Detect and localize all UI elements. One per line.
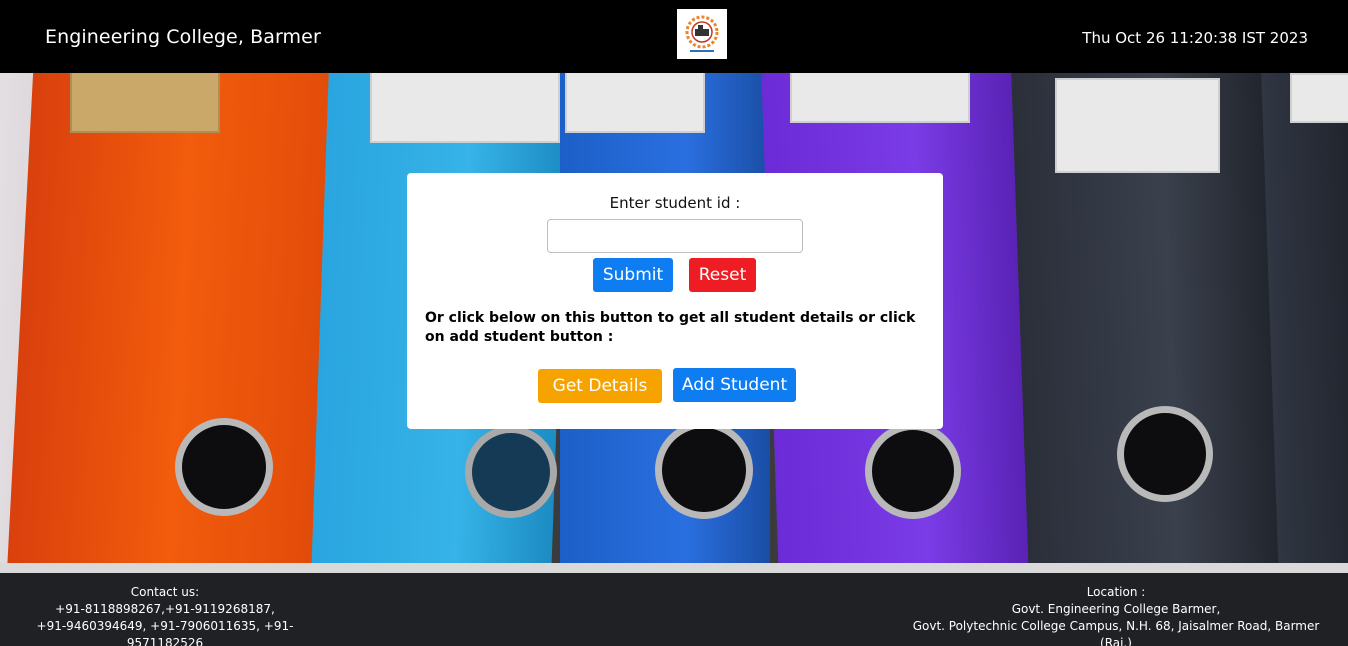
instruction-text: Or click below on this button to get all…: [425, 310, 916, 345]
student-search-card: Enter student id : Submit Reset Or click…: [407, 173, 943, 429]
contact-phones-line1: +91-8118898267,+91-9119268187,: [55, 602, 275, 616]
contact-heading: Contact us:: [130, 585, 200, 599]
contact-section: Contact us: +91-8118898267,+91-911926818…: [0, 584, 330, 646]
datetime-clock: Thu Oct 26 11:20:38 IST 2023: [1082, 29, 1308, 47]
site-title[interactable]: Engineering College, Barmer: [45, 26, 321, 48]
college-logo-icon: [677, 9, 727, 59]
location-section: Location : Govt. Engineering College Bar…: [906, 584, 1326, 646]
student-id-label: Enter student id :: [609, 194, 741, 212]
reset-button[interactable]: Reset: [689, 258, 756, 292]
submit-button[interactable]: Submit: [593, 258, 673, 292]
footer: Contact us: +91-8118898267,+91-911926818…: [0, 573, 1348, 646]
location-heading: Location :: [1086, 585, 1146, 599]
location-line1: Govt. Engineering College Barmer,: [1011, 602, 1221, 616]
top-navbar: Engineering College, Barmer Thu Oct 26 1…: [0, 0, 1348, 73]
student-id-input[interactable]: [547, 219, 803, 253]
get-details-button[interactable]: Get Details: [538, 369, 662, 403]
add-student-button[interactable]: Add Student: [673, 368, 796, 402]
location-line2: Govt. Polytechnic College Campus, N.H. 6…: [912, 619, 1320, 646]
contact-phones-line2: +91-9460394649, +91-7906011635, +91-9571…: [36, 619, 294, 646]
